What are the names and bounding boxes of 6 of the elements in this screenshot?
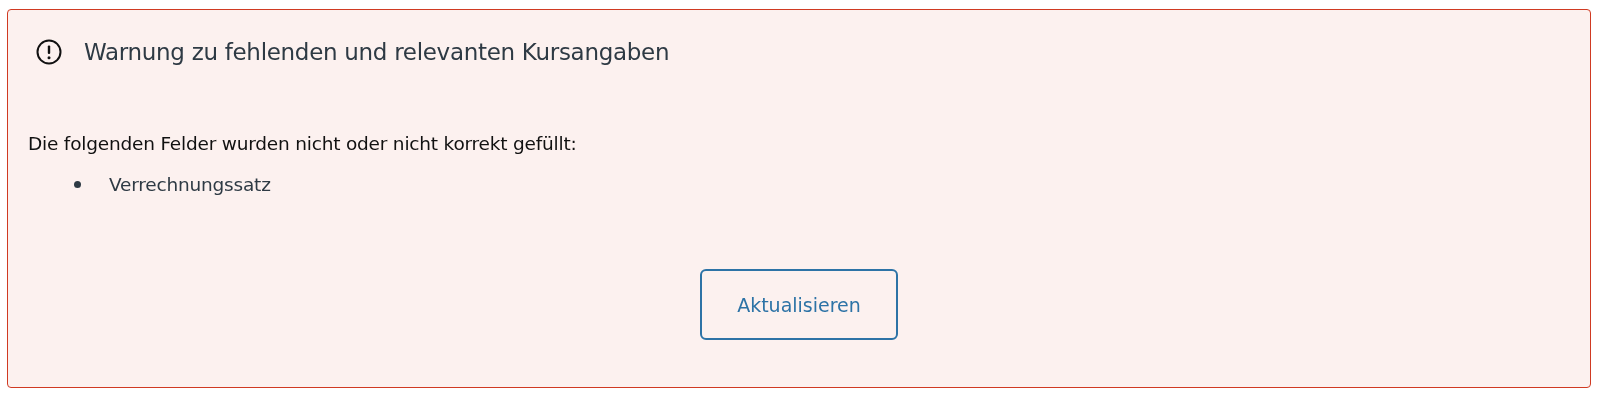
alert-title: Warnung zu fehlenden und relevanten Kursangaben: [84, 39, 670, 65]
alert-message: Die folgenden Felder wurden nicht oder nicht korrekt gefüllt:: [28, 133, 578, 154]
bullet-icon: [74, 181, 81, 188]
warning-icon: [36, 39, 62, 65]
update-button[interactable]: Aktualisieren: [700, 269, 898, 340]
field-name: Verrechnungssatz: [109, 174, 271, 195]
